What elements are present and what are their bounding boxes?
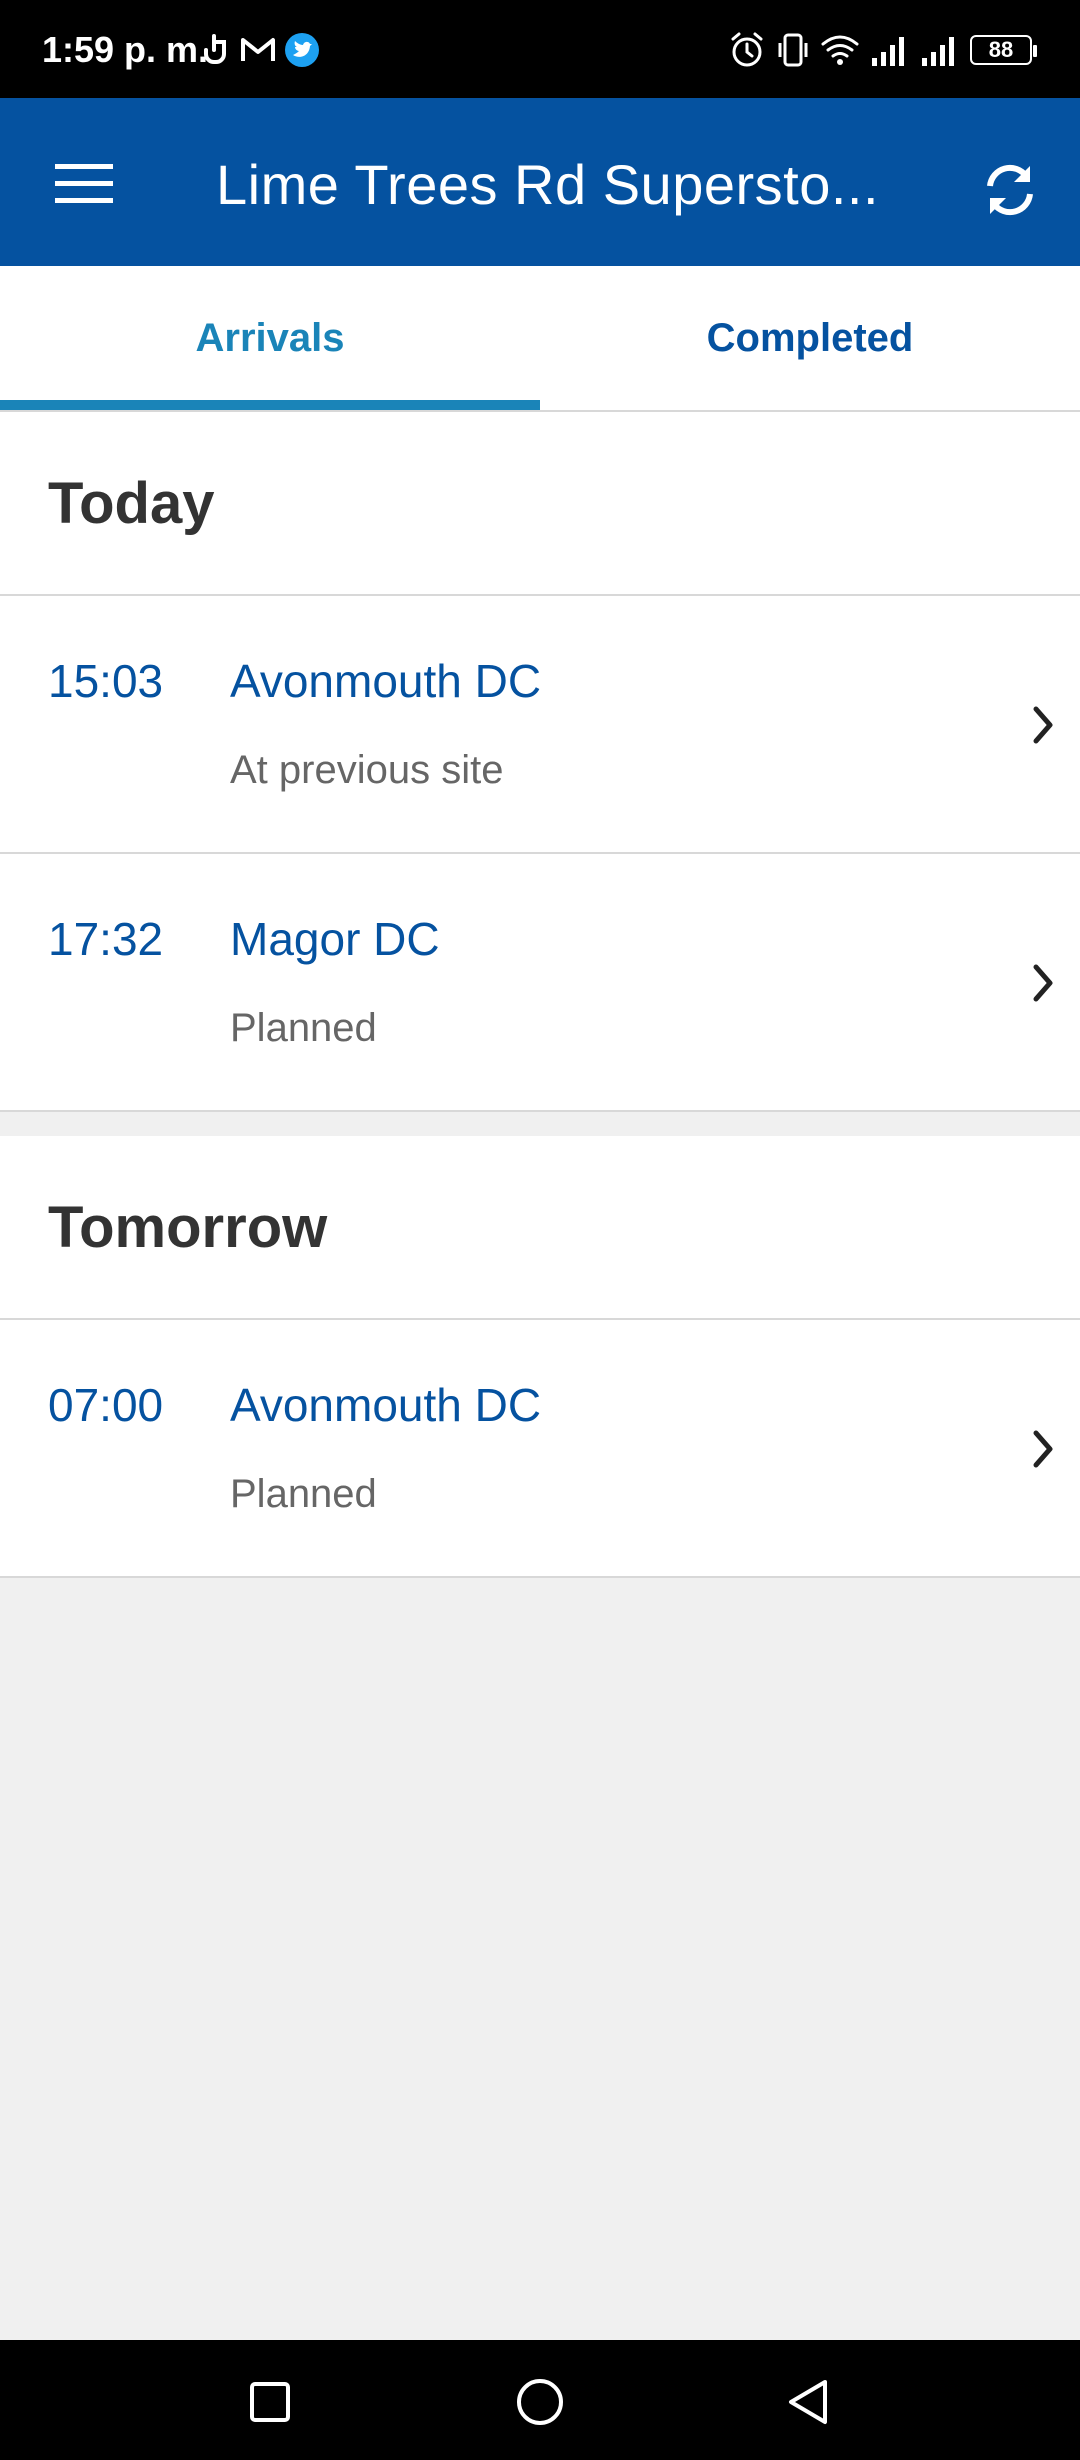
- triangle-back-icon: [789, 2380, 827, 2424]
- refresh-icon: [987, 164, 1033, 216]
- arrival-destination: Magor DC: [230, 913, 440, 965]
- arrival-time: 17:32: [48, 913, 164, 965]
- tab-completed-label: Completed: [706, 315, 914, 360]
- arrival-status: At previous site: [230, 748, 504, 792]
- list-item[interactable]: 07:00 Avonmouth DC Planned: [0, 1320, 1080, 1578]
- arrival-destination: Avonmouth DC: [230, 655, 542, 707]
- arrival-time: 15:03: [48, 655, 164, 707]
- tab-selected-indicator: [0, 400, 540, 410]
- chevron-right-icon: [1026, 1424, 1062, 1474]
- menu-icon: [55, 164, 113, 203]
- section-tomorrow: Tomorrow 07:00 Avonmouth DC Planned: [0, 1136, 1080, 1578]
- tab-arrivals-label: Arrivals: [195, 315, 345, 360]
- arrival-status: Planned: [230, 1006, 377, 1050]
- arrival-destination: Avonmouth DC: [230, 1379, 542, 1431]
- gmail-icon: [241, 38, 275, 61]
- square-icon: [250, 2382, 290, 2422]
- status-bar: 1:59 p. m. 88: [0, 0, 1080, 98]
- section-today: Today 15:03 Avonmouth DC At previous sit…: [0, 412, 1080, 1112]
- system-icons: 88: [728, 28, 1037, 72]
- menu-button[interactable]: [40, 144, 128, 224]
- circle-icon: [517, 2379, 563, 2425]
- arrival-time: 07:00: [48, 1379, 164, 1431]
- section-header: Tomorrow: [0, 1136, 1080, 1320]
- wifi-icon: [821, 35, 859, 65]
- list-item[interactable]: 15:03 Avonmouth DC At previous site: [0, 596, 1080, 854]
- alarm-icon: [731, 32, 763, 67]
- signal-icon: [872, 37, 904, 66]
- section-title: Today: [48, 470, 215, 536]
- tab-bar: Arrivals Completed: [0, 266, 1080, 412]
- section-title: Tomorrow: [48, 1194, 328, 1260]
- status-time: 1:59 p. m.: [42, 29, 209, 70]
- app-bar: Lime Trees Rd Supersto...: [0, 98, 1080, 266]
- twitter-icon: [285, 33, 319, 67]
- signal-icon: [922, 37, 954, 66]
- vibrate-icon: [778, 33, 808, 67]
- arrival-status: Planned: [230, 1472, 377, 1516]
- home-button[interactable]: [500, 2364, 580, 2440]
- back-button[interactable]: [768, 2364, 848, 2440]
- battery-level: 88: [988, 37, 1014, 62]
- page-title: Lime Trees Rd Supersto...: [216, 153, 880, 216]
- system-nav-bar: [0, 2340, 1080, 2460]
- battery-indicator: 88: [970, 35, 1037, 65]
- section-header: Today: [0, 412, 1080, 596]
- tab-completed[interactable]: Completed: [540, 266, 1080, 410]
- tab-arrivals[interactable]: Arrivals: [0, 266, 540, 410]
- chevron-right-icon: [1026, 700, 1062, 750]
- touch-icon: [204, 34, 226, 64]
- list-item[interactable]: 17:32 Magor DC Planned: [0, 854, 1080, 1112]
- refresh-button[interactable]: [962, 142, 1058, 238]
- chevron-right-icon: [1026, 958, 1062, 1008]
- recents-button[interactable]: [230, 2364, 310, 2440]
- notification-icons: [202, 30, 320, 70]
